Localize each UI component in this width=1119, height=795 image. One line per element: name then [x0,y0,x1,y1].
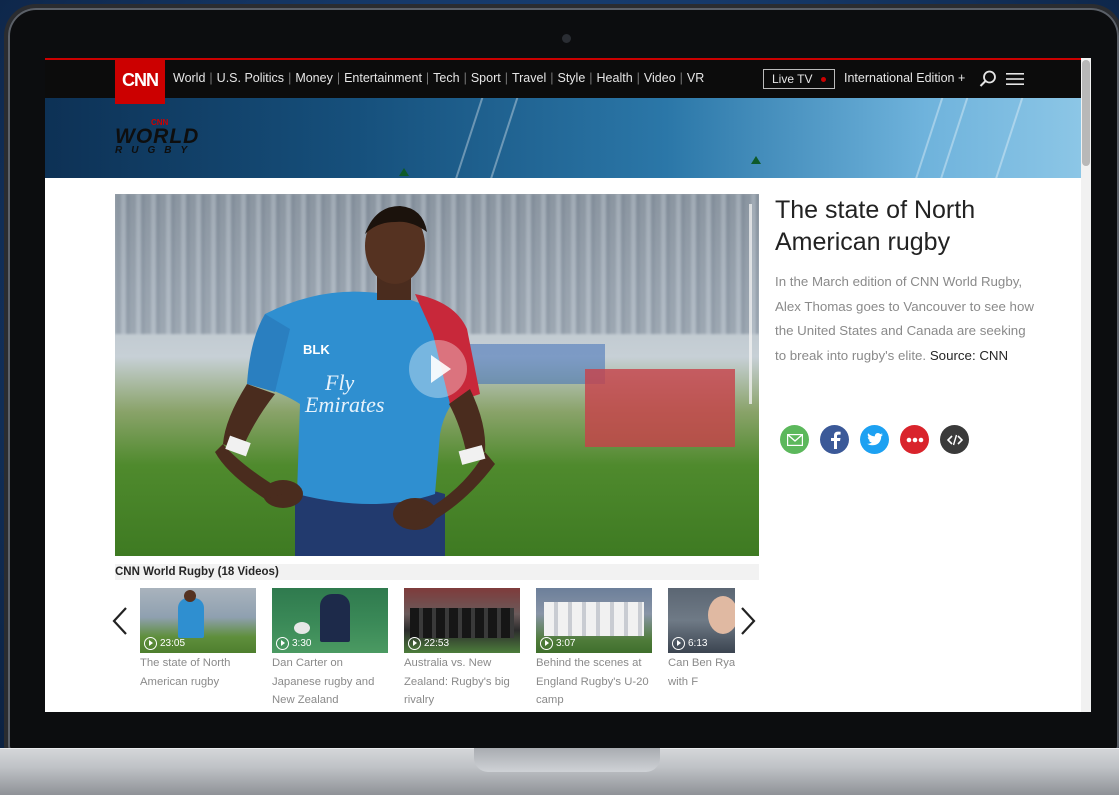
carousel-thumbnail[interactable]: 23:05 [140,588,256,653]
nav-separator: | [425,71,430,85]
banner-stripe [478,98,524,178]
thumbnail-duration-text: 3:30 [292,638,312,649]
carousel-item-title[interactable]: The state of North American rugby [140,654,256,691]
nav-separator: | [288,71,292,85]
search-icon[interactable] [978,69,998,89]
nav-link-tech[interactable]: Tech [433,71,459,85]
nav-separator: | [209,71,213,85]
carousel-thumbnail[interactable]: 3:07 [536,588,652,653]
svg-text:BLK: BLK [303,342,330,357]
email-icon[interactable] [780,425,809,454]
nav-link-style[interactable]: Style [557,71,585,85]
play-circle-icon [408,637,421,650]
carousel-thumbnail[interactable]: 22:53 [404,588,520,653]
nav-link-world[interactable]: World [173,71,205,85]
edition-selector[interactable]: International Edition + [844,71,965,85]
article-source: Source: CNN [929,347,1009,363]
nav-link-sport[interactable]: Sport [471,71,501,85]
nav-link-video[interactable]: Video [644,71,676,85]
nav-link-money[interactable]: Money [295,71,333,85]
play-circle-icon [672,637,685,650]
field-flag-icon [399,168,409,176]
thumbnail-duration: 3:07 [540,637,575,650]
article-description: In the March edition of CNN World Rugby,… [775,270,1037,368]
nav-separator: | [463,71,467,85]
top-navigation: World | U.S. Politics | Money | Entertainme… [45,58,1091,98]
carousel-item[interactable]: 23:05 The state of North American rugby [140,588,256,691]
banner-stripe [983,98,1029,178]
page-scrollbar[interactable] [1081,58,1091,712]
nav-separator: | [336,71,341,85]
photo-credit-vertical [749,204,752,404]
section-banner: CNN WORLD RUGBY [45,98,1081,178]
more-icon[interactable] [900,425,929,454]
carousel-next-arrow-icon[interactable] [739,606,757,636]
thumbnail-duration: 6:13 [672,637,707,650]
thumbnail-duration-text: 23:05 [160,638,186,649]
play-circle-icon [276,637,289,650]
carousel-item[interactable]: 3:30 Dan Carter on Japanese rugby and Ne… [272,588,388,710]
nav-link-health[interactable]: Health [597,71,633,85]
carousel-item[interactable]: 3:07 Behind the scenes at England Rugby'… [536,588,652,710]
nav-separator: | [550,71,554,85]
live-tv-label: Live TV [772,72,813,86]
nav-link-entertainment[interactable]: Entertainment [344,71,422,85]
banner-stripe [903,98,949,178]
carousel-prev-arrow-icon[interactable] [111,606,129,636]
play-circle-icon [144,637,157,650]
play-circle-icon [540,637,553,650]
svg-text:Emirates: Emirates [304,392,384,417]
nav-separator: | [589,71,593,85]
field-flag-icon [751,156,761,164]
carousel-item-title[interactable]: Australia vs. New Zealand: Rugby's big r… [404,654,520,710]
embed-icon[interactable] [940,425,969,454]
thumbnail-duration-text: 3:07 [556,638,576,649]
logo-world-text: WORLD [115,125,200,148]
cnn-logo[interactable]: CNN [115,58,165,104]
webcam [562,34,571,43]
carousel-item-title[interactable]: Dan Carter on Japanese rugby and New Zea… [272,654,388,710]
browser-screen: World | U.S. Politics | Money | Entertainme… [45,58,1091,712]
laptop-notch [474,748,660,772]
twitter-icon[interactable] [860,425,889,454]
video-player[interactable]: Fly Emirates BLK [115,194,759,556]
nav-link-us-politics[interactable]: U.S. Politics [217,71,284,85]
carousel-thumbnail[interactable]: 3:30 [272,588,388,653]
nav-link-travel[interactable]: Travel [512,71,546,85]
nav-separator: | [504,71,508,85]
world-rugby-logo[interactable]: CNN WORLD RUGBY [115,118,199,156]
thumbnail-duration: 23:05 [144,637,185,650]
carousel-thumbnail[interactable]: 6:13 [668,588,735,653]
article-title: The state of North American rugby [775,196,976,256]
banner-stripe [928,98,974,178]
share-buttons [780,425,969,454]
thumbnail-duration: 22:53 [408,637,449,650]
facebook-icon[interactable] [820,425,849,454]
logo-rugby-text: RUGBY [115,145,197,156]
nav-separator: | [636,71,640,85]
thumbnail-duration-text: 22:53 [424,638,450,649]
video-carousel: 23:05 The state of North American rugby … [140,588,735,712]
thumbnail-duration: 3:30 [276,637,311,650]
play-button[interactable] [409,340,467,398]
carousel-item[interactable]: 22:53 Australia vs. New Zealand: Rugby's… [404,588,520,710]
carousel-item-title[interactable]: Can Ben Rya magic with F [668,654,735,691]
thumbnail-duration-text: 6:13 [688,638,708,649]
live-tv-button[interactable]: Live TV [763,69,835,89]
live-indicator-icon [821,77,826,82]
scrollbar-thumb[interactable] [1082,60,1090,166]
nav-separator: | [679,71,683,85]
carousel-item-title[interactable]: Behind the scenes at England Rugby's U-2… [536,654,652,710]
menu-icon[interactable] [1006,71,1024,87]
banner-stripe [443,98,489,178]
carousel-item[interactable]: 6:13 Can Ben Rya magic with F [668,588,735,691]
nav-link-vr[interactable]: VR [687,71,704,85]
carousel-title: CNN World Rugby (18 Videos) [115,566,279,578]
carousel-header: CNN World Rugby (18 Videos) [115,564,759,580]
nav-links: World | U.S. Politics | Money | Entertainme… [173,71,704,85]
